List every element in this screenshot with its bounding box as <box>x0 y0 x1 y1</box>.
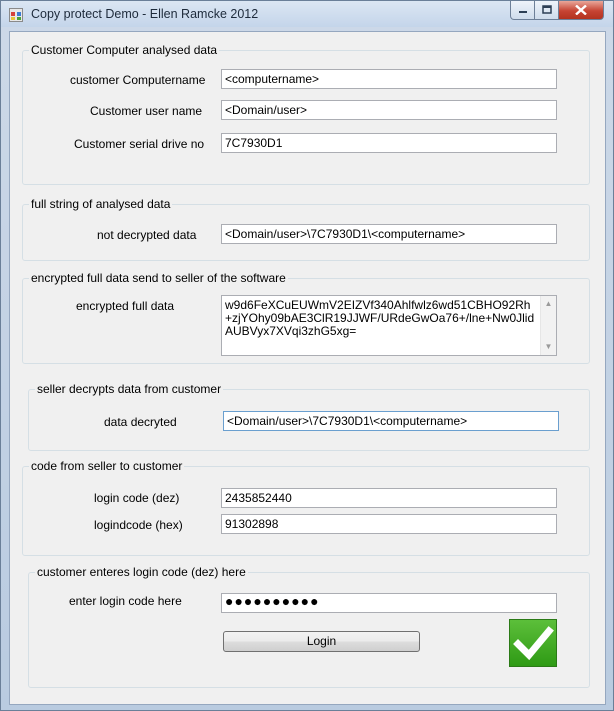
checkmark-icon <box>513 626 554 661</box>
maximize-button[interactable] <box>534 1 559 20</box>
username-field[interactable]: <Domain/user> <box>221 100 557 120</box>
maximize-icon <box>541 5 552 14</box>
close-button[interactable] <box>558 1 604 20</box>
serial-label: Customer serial drive no <box>74 137 205 151</box>
login-code-hex-label: logindcode (hex) <box>94 518 183 532</box>
minimize-icon <box>518 11 527 13</box>
encrypted-textarea[interactable]: w9d6FeXCuEUWmV2EIZVf340Ahlfwlz6wd51CBHO9… <box>221 295 557 356</box>
enter-code-label: enter login code here <box>69 594 182 608</box>
group-title: full string of analysed data <box>29 197 173 211</box>
group-title: Customer Computer analysed data <box>29 43 220 57</box>
window-title: Copy protect Demo - Ellen Ramcke 2012 <box>31 7 259 21</box>
group-title: code from seller to customer <box>29 459 185 473</box>
close-icon <box>575 5 587 15</box>
login-code-password-field[interactable]: ●●●●●●●●●● <box>221 593 557 613</box>
vertical-scrollbar[interactable]: ▲ ▼ <box>540 296 556 355</box>
success-status <box>509 619 557 667</box>
login-code-dez-label: login code (dez) <box>94 491 180 505</box>
app-window: Copy protect Demo - Ellen Ramcke 2012 Cu… <box>0 0 614 711</box>
minimize-button[interactable] <box>510 1 535 20</box>
group-title: encrypted full data send to seller of th… <box>29 271 288 285</box>
username-label: Customer user name <box>90 104 203 118</box>
computername-field[interactable]: <computername> <box>221 69 557 89</box>
client-area: Customer Computer analysed data customer… <box>9 31 606 705</box>
not-decrypted-field[interactable]: <Domain/user>\7C7930D1\<computername> <box>221 224 557 244</box>
encrypted-label: encrypted full data <box>76 299 175 313</box>
serial-field[interactable]: 7C7930D1 <box>221 133 557 153</box>
computername-label: customer Computername <box>70 73 206 87</box>
data-decryted-field[interactable]: <Domain/user>\7C7930D1\<computername> <box>223 411 559 431</box>
group-seller-code: code from seller to customer <box>22 459 590 556</box>
login-button[interactable]: Login <box>223 631 420 652</box>
group-title: customer enteres login code (dez) here <box>35 565 248 579</box>
group-title: seller decrypts data from customer <box>35 382 224 396</box>
app-icon <box>9 8 23 22</box>
group-enter-code: customer enteres login code (dez) here <box>28 565 590 688</box>
scroll-up-icon[interactable]: ▲ <box>541 296 556 312</box>
title-bar[interactable]: Copy protect Demo - Ellen Ramcke 2012 <box>1 1 613 27</box>
login-code-dez-field[interactable]: 2435852440 <box>221 488 557 508</box>
encrypted-text: w9d6FeXCuEUWmV2EIZVf340Ahlfwlz6wd51CBHO9… <box>225 298 535 338</box>
scroll-down-icon[interactable]: ▼ <box>541 339 556 355</box>
data-decryted-label: data decryted <box>104 415 177 429</box>
not-decrypted-label: not decrypted data <box>97 228 197 242</box>
login-code-hex-field[interactable]: 91302898 <box>221 514 557 534</box>
